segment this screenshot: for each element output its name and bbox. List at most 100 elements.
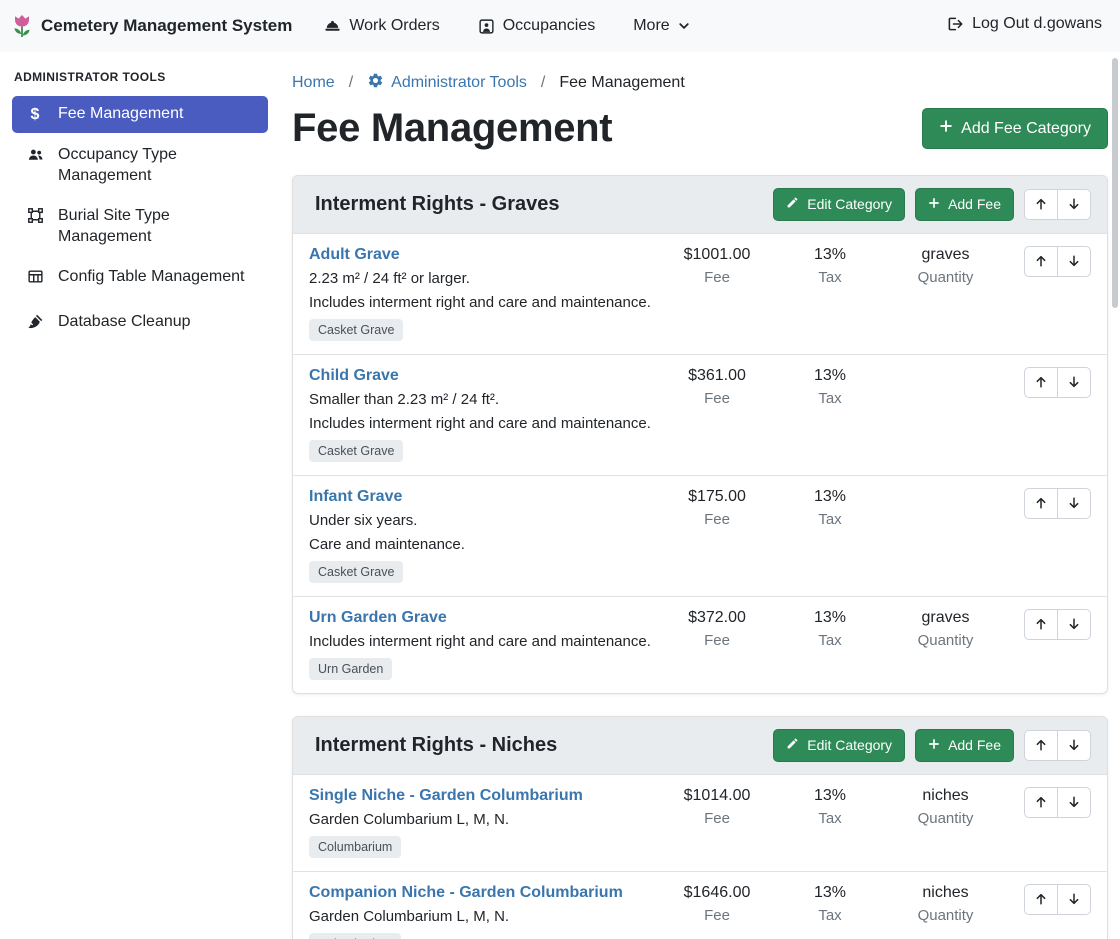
- fee-amount-col: $1001.00 Fee: [662, 246, 772, 286]
- chevron-down-icon: [678, 20, 690, 32]
- fee-tag-wrap: Casket Grave: [309, 319, 654, 341]
- plus-icon: [928, 196, 940, 213]
- fee-tax: 13%: [780, 367, 880, 385]
- fee-move-up-button[interactable]: [1024, 884, 1058, 915]
- table-icon: [24, 268, 46, 291]
- fee-tax-label: Tax: [780, 810, 880, 827]
- nav-occupancies[interactable]: Occupancies: [478, 17, 596, 35]
- fee-move-up-button[interactable]: [1024, 367, 1058, 398]
- main-content: Home / Administrator Tools / Fee Managem…: [280, 52, 1120, 939]
- fee-move-down-button[interactable]: [1057, 246, 1091, 277]
- add-fee-button[interactable]: Add Fee: [915, 188, 1014, 221]
- category-move-up-button[interactable]: [1024, 189, 1058, 220]
- fee-tax: 13%: [780, 609, 880, 627]
- category-move-down-button[interactable]: [1057, 730, 1091, 761]
- nav-work-orders[interactable]: Work Orders: [324, 17, 439, 35]
- nav-occupancies-label: Occupancies: [503, 17, 596, 35]
- nav-more[interactable]: More: [633, 17, 689, 35]
- fee-move-up-button[interactable]: [1024, 787, 1058, 818]
- fee-tag-wrap: Casket Grave: [309, 561, 654, 583]
- fee-name-link[interactable]: Infant Grave: [309, 488, 402, 506]
- fee-amount: $1646.00: [662, 884, 772, 902]
- fee-reorder-group: [1024, 246, 1091, 277]
- breadcrumb-separator: /: [541, 74, 545, 92]
- fee-info: Companion Niche - Garden Columbarium Gar…: [309, 884, 654, 939]
- page-title: Fee Management: [292, 106, 612, 151]
- pencil-icon: [786, 196, 799, 213]
- fee-reorder-group: [1024, 787, 1091, 818]
- nav-work-orders-label: Work Orders: [349, 17, 439, 35]
- breadcrumb-current: Fee Management: [559, 74, 684, 92]
- sidebar-item-label: Occupancy Type Management: [58, 145, 256, 186]
- add-fee-category-button[interactable]: Add Fee Category: [922, 108, 1108, 149]
- fee-name-link[interactable]: Single Niche - Garden Columbarium: [309, 787, 583, 805]
- fee-tag: Columbarium: [309, 933, 401, 939]
- fee-move-down-button[interactable]: [1057, 884, 1091, 915]
- add-fee-label: Add Fee: [948, 196, 1001, 213]
- fee-move-up-button[interactable]: [1024, 609, 1058, 640]
- edit-category-button[interactable]: Edit Category: [773, 729, 905, 762]
- fee-description: Includes interment right and care and ma…: [309, 294, 654, 312]
- fee-name-link[interactable]: Urn Garden Grave: [309, 609, 447, 627]
- fee-tax: 13%: [780, 246, 880, 264]
- fee-move-down-button[interactable]: [1057, 787, 1091, 818]
- sidebar-item-database-cleanup[interactable]: Database Cleanup: [12, 304, 268, 344]
- category-card-niches: Interment Rights - Niches Edit Category …: [292, 716, 1108, 939]
- category-actions: Edit Category Add Fee: [773, 729, 1091, 762]
- fee-tag: Columbarium: [309, 836, 401, 858]
- sidebar-item-occupancy-type-management[interactable]: Occupancy Type Management: [12, 137, 268, 194]
- fee-amount-col: $1646.00 Fee: [662, 884, 772, 924]
- app-root: Cemetery Management System Work Orders O…: [0, 0, 1120, 939]
- tulip-logo-icon: [12, 13, 32, 39]
- breadcrumb-home[interactable]: Home: [292, 74, 335, 92]
- person-frame-icon: [478, 18, 495, 35]
- fee-tax-col: 13% Tax: [780, 367, 880, 407]
- fee-amount-label: Fee: [662, 632, 772, 649]
- pencil-icon: [786, 737, 799, 754]
- fee-amount-col: $175.00 Fee: [662, 488, 772, 528]
- navbar-right: Log Out d.gowans: [946, 15, 1102, 38]
- fee-quantity-label: Quantity: [888, 907, 1003, 924]
- fee-move-down-button[interactable]: [1057, 367, 1091, 398]
- sidebar: Administrator Tools $ Fee Management Occ…: [0, 52, 280, 939]
- breadcrumb-administrator-tools[interactable]: Administrator Tools: [367, 72, 527, 94]
- add-fee-button[interactable]: Add Fee: [915, 729, 1014, 762]
- fee-amount: $361.00: [662, 367, 772, 385]
- edit-category-button[interactable]: Edit Category: [773, 188, 905, 221]
- logout-link[interactable]: Log Out d.gowans: [946, 15, 1102, 33]
- fee-row: Adult Grave 2.23 m² / 24 ft² or larger. …: [293, 233, 1107, 354]
- fee-move-up-button[interactable]: [1024, 246, 1058, 277]
- category-card-graves: Interment Rights - Graves Edit Category …: [292, 175, 1108, 694]
- sidebar-item-fee-management[interactable]: $ Fee Management: [12, 96, 268, 133]
- fee-description: 2.23 m² / 24 ft² or larger.: [309, 270, 654, 288]
- brand-link[interactable]: Cemetery Management System: [12, 13, 292, 39]
- add-fee-category-label: Add Fee Category: [961, 119, 1091, 138]
- fee-name-link[interactable]: Child Grave: [309, 367, 399, 385]
- fee-row: Single Niche - Garden Columbarium Garden…: [293, 774, 1107, 871]
- fee-move-up-button[interactable]: [1024, 488, 1058, 519]
- sidebar-item-config-table-management[interactable]: Config Table Management: [12, 259, 268, 299]
- sidebar-item-burial-site-type-management[interactable]: Burial Site Type Management: [12, 198, 268, 255]
- category-move-up-button[interactable]: [1024, 730, 1058, 761]
- fee-tag-wrap: Urn Garden: [309, 658, 654, 680]
- fee-name-link[interactable]: Companion Niche - Garden Columbarium: [309, 884, 623, 902]
- fee-tag: Urn Garden: [309, 658, 392, 680]
- fee-info: Adult Grave 2.23 m² / 24 ft² or larger. …: [309, 246, 654, 341]
- fee-description: Includes interment right and care and ma…: [309, 633, 654, 651]
- category-move-down-button[interactable]: [1057, 189, 1091, 220]
- people-icon: [24, 146, 46, 169]
- edit-category-label: Edit Category: [807, 737, 892, 754]
- fee-name-link[interactable]: Adult Grave: [309, 246, 400, 264]
- fee-amount: $372.00: [662, 609, 772, 627]
- scrollbar-thumb[interactable]: [1112, 58, 1118, 308]
- fee-reorder-group: [1024, 884, 1091, 915]
- fee-quantity-col: [888, 488, 1003, 493]
- fee-info: Infant Grave Under six years. Care and m…: [309, 488, 654, 583]
- fee-row: Urn Garden Grave Includes interment righ…: [293, 596, 1107, 693]
- fee-move-down-button[interactable]: [1057, 488, 1091, 519]
- fee-move-down-button[interactable]: [1057, 609, 1091, 640]
- logout-icon: [946, 15, 964, 33]
- fee-tag-wrap: Casket Grave: [309, 440, 654, 462]
- fee-quantity-col: niches Quantity: [888, 884, 1003, 924]
- fee-amount: $175.00: [662, 488, 772, 506]
